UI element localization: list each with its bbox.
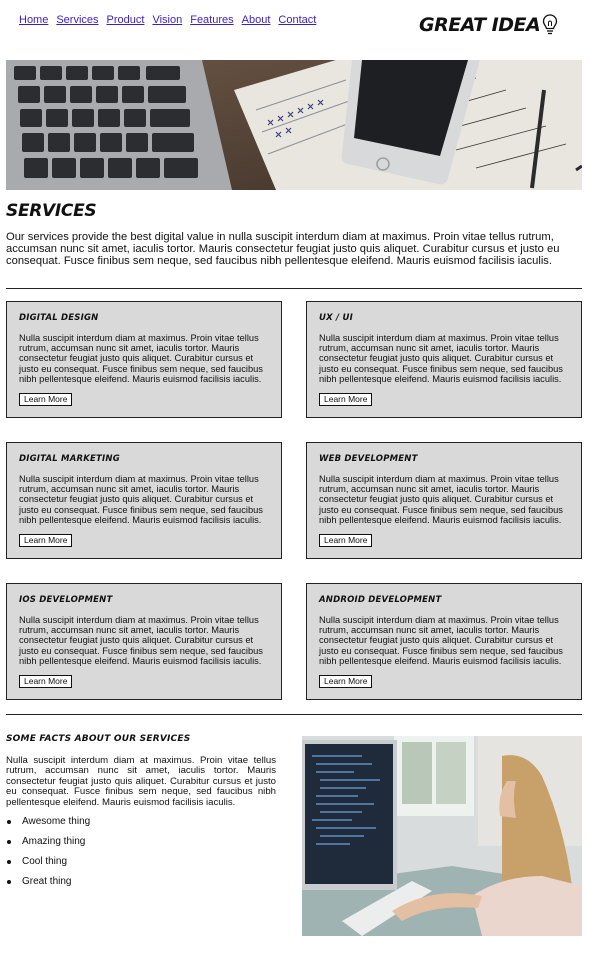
main-nav: Home Services Product Vision Features Ab… [19,14,316,26]
facts-title: Some facts about our services [6,734,191,744]
service-card-android-development: Android Development Nulla suscipit inter… [306,583,582,700]
card-title: UX / UI [319,313,353,323]
divider [6,288,582,289]
service-card-digital-design: Digital Design Nulla suscipit interdum d… [6,301,282,418]
card-body: Nulla suscipit interdum diam at maximus.… [319,474,563,525]
facts-body: Nulla suscipit interdum diam at maximus.… [6,755,276,808]
card-title: Web Development [319,454,418,464]
card-title: iOS Development [19,595,113,605]
learn-more-button[interactable]: Learn More [319,675,373,688]
learn-more-button[interactable]: Learn More [19,393,73,406]
learn-more-button[interactable]: Learn More [319,393,373,406]
card-title: Android Development [319,595,442,605]
nav-link-features[interactable]: Features [190,14,233,26]
nav-link-home[interactable]: Home [19,14,48,26]
service-card-digital-marketing: Digital Marketing Nulla suscipit interdu… [6,442,282,559]
site-logo[interactable]: GREAT IDEA [419,13,558,37]
nav-link-contact[interactable]: Contact [278,14,316,26]
card-body: Nulla suscipit interdum diam at maximus.… [319,333,563,384]
nav-link-product[interactable]: Product [107,14,145,26]
list-item: Cool thing [6,855,90,875]
card-body: Nulla suscipit interdum diam at maximus.… [319,615,563,666]
woman-at-computer-photo [302,736,582,936]
card-body: Nulla suscipit interdum diam at maximus.… [19,474,263,525]
service-card-ios-development: iOS Development Nulla suscipit interdum … [6,583,282,700]
list-item: Amazing thing [6,835,90,855]
hero-image [6,60,582,190]
card-body: Nulla suscipit interdum diam at maximus.… [19,333,263,384]
logo-text: GREAT IDEA [419,14,541,36]
service-card-web-development: Web Development Nulla suscipit interdum … [306,442,582,559]
nav-link-vision[interactable]: Vision [152,14,182,26]
service-card-ux-ui: UX / UI Nulla suscipit interdum diam at … [306,301,582,418]
card-body: Nulla suscipit interdum diam at maximus.… [19,615,263,666]
list-item: Great thing [6,875,90,895]
nav-link-services[interactable]: Services [56,14,98,26]
lightbulb-icon [543,14,558,35]
services-intro: Our services provide the best digital va… [6,231,560,267]
facts-list: Awesome thing Amazing thing Cool thing G… [6,815,90,895]
services-title: SERVICES [6,201,97,221]
list-item: Awesome thing [6,815,90,835]
learn-more-button[interactable]: Learn More [319,534,373,547]
nav-link-about[interactable]: About [242,14,271,26]
learn-more-button[interactable]: Learn More [19,534,73,547]
card-title: Digital Design [19,313,99,323]
card-title: Digital Marketing [19,454,120,464]
learn-more-button[interactable]: Learn More [19,675,73,688]
divider [6,714,582,715]
